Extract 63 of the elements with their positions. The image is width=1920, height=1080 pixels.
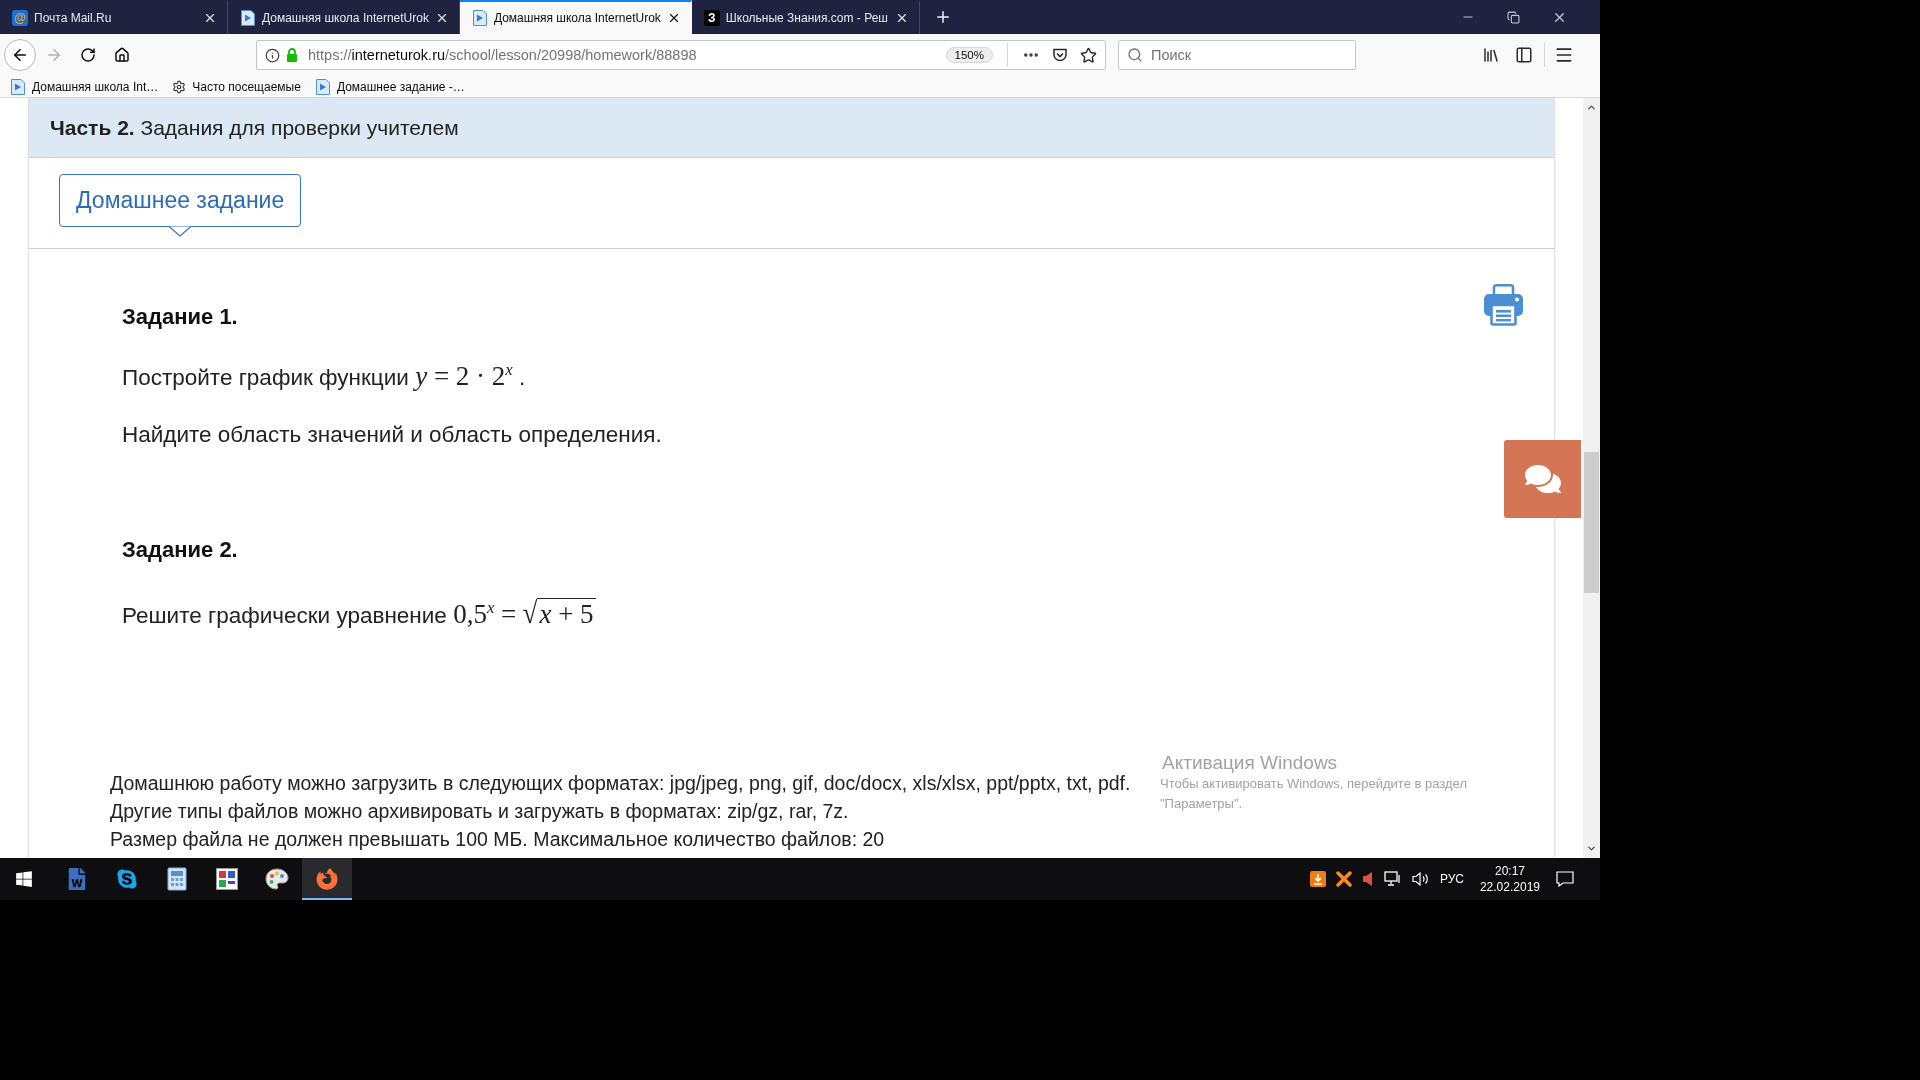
gear-icon [172,79,187,94]
scroll-up-icon[interactable] [1586,102,1597,113]
browser-tab[interactable]: Домашняя школа InternetUrok [459,0,692,34]
palette-icon [265,868,289,890]
scroll-down-icon[interactable] [1586,843,1597,854]
activation-text: "Параметры". [1160,795,1243,813]
taskbar-app-button[interactable] [302,858,352,900]
play-page-icon [10,78,26,95]
task-title: Задание 1. [122,304,238,330]
tab-pointer-icon [169,226,192,237]
task-text: Найдите область значений и область определения. [122,422,662,448]
printer-icon[interactable] [1484,284,1523,326]
home-icon[interactable] [114,47,130,63]
language-indicator[interactable]: РУС [1439,872,1464,886]
bookmark-link[interactable]: Часто посещаемые [172,79,301,94]
info-icon[interactable] [265,47,280,63]
restore-icon[interactable] [1507,10,1520,24]
chat-button[interactable] [1504,440,1581,518]
calculator-icon [167,867,187,891]
bookmark-link[interactable]: Домашнее задание -… [314,78,465,95]
homework-tab[interactable]: Домашнее задание [59,174,302,227]
bookmark-link[interactable]: Домашняя школа Int… [10,78,159,95]
activation-title: Активация Windows [1162,752,1338,774]
windows-logo-icon[interactable] [15,870,33,888]
menu-icon[interactable] [1554,45,1574,65]
word-document-icon [66,868,88,890]
upload-info-text: Размер файла не должен превышать 100 МБ. Максимальное количество файлов: 20 [110,827,885,852]
clock-time[interactable]: 20:17 [1494,863,1525,879]
address-field[interactable]: https://interneturok.ru/school/lesson/20998/homework/88898 150% [256,40,1106,70]
task-title: Задание 2. [122,537,238,563]
play-page-icon [240,10,256,26]
firefox-icon [316,868,338,890]
cross-icon[interactable] [1335,871,1352,887]
notification-icon[interactable] [1556,871,1574,887]
at-sign-icon: @ [12,10,28,26]
alphabet-blocks-icon [216,868,238,890]
reload-icon[interactable] [80,47,96,63]
search-icon [1127,47,1143,63]
pocket-icon[interactable] [1052,47,1068,63]
volume-icon[interactable] [1411,871,1430,887]
upload-info-text: Другие типы файлов можно архивировать и загружать в форматах: zip/gz, rar, 7z. [110,799,849,824]
library-icon[interactable] [1482,46,1500,64]
upload-info-text: Домашнюю работу можно загрузить в следующих форматах: jpg/jpeg, png, gif, doc/docx, xls/xlsx, ppt/pptx, txt, pdf. [110,771,1131,796]
zoom-level-button[interactable]: 150% [945,47,993,63]
back-button[interactable] [4,39,36,71]
section-title: Часть 2. Задания для проверки учителем [29,98,1554,158]
scrollbar[interactable] [1583,98,1600,858]
task-text: Постройте график функции y = 2 · 2$^{x}$ . [122,363,526,389]
lock-icon[interactable] [286,48,298,62]
clock-date[interactable]: 22.02.2019 [1479,879,1540,895]
search-field[interactable]: Поиск [1118,40,1356,70]
scrollbar-thumb[interactable] [1584,452,1599,593]
download-tile-icon[interactable] [1309,871,1326,887]
play-page-icon [314,78,331,95]
skype-icon [116,868,138,890]
star-icon[interactable] [1080,46,1097,64]
letter-logo-icon: З [703,10,720,26]
sidebar-icon[interactable] [1515,46,1533,64]
play-page-icon [471,10,488,26]
activation-text: Чтобы активировать Windows, перейдите в раздел [1160,775,1467,793]
speaker-icon[interactable] [1361,871,1374,887]
monitor-icon[interactable] [1383,871,1402,887]
close-icon[interactable] [203,11,217,25]
